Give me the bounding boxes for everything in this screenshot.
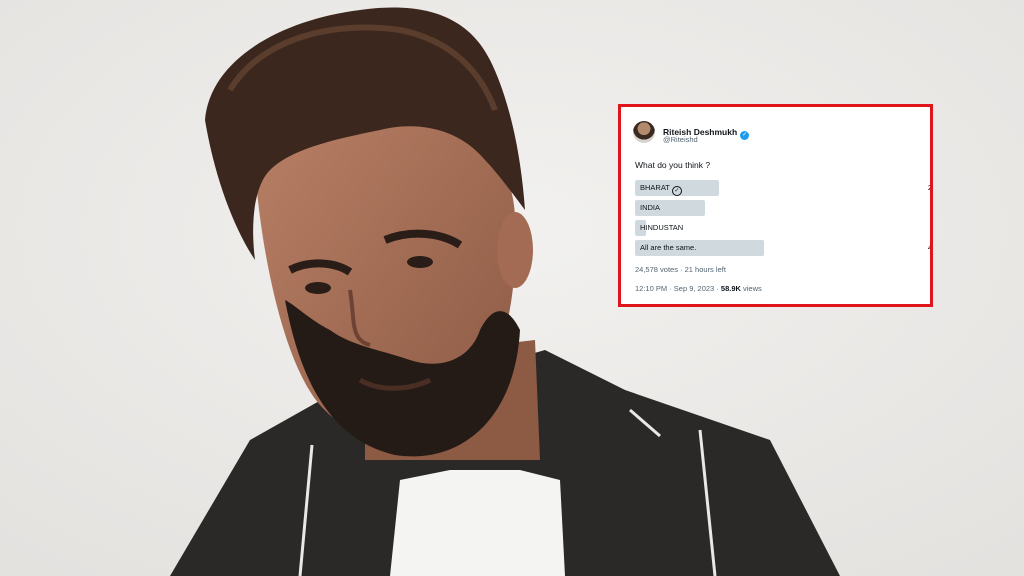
poll-option-label: All are the same. bbox=[640, 243, 697, 252]
poll-meta: 24,578 votes · 21 hours left bbox=[635, 265, 726, 274]
check-circle-icon: ✓ bbox=[671, 186, 682, 196]
views-count: 58.9K bbox=[720, 284, 741, 293]
author-handle[interactable]: @Riteishd bbox=[663, 135, 698, 144]
poll-option: HINDUSTAN bbox=[635, 220, 930, 236]
tweet-text: What do you think ? bbox=[635, 160, 711, 170]
poll-option: BHARAT ✓ 2 bbox=[635, 180, 930, 196]
poll-percent: 4 bbox=[927, 243, 932, 252]
poll-option: All are the same. 4 bbox=[635, 240, 930, 256]
avatar[interactable] bbox=[633, 121, 655, 143]
tweet-date[interactable]: Sep 9, 2023 bbox=[674, 284, 714, 293]
views-label: views bbox=[743, 284, 762, 293]
verified-badge-icon: ✓ bbox=[740, 131, 750, 140]
tweet-card: Riteish Deshmukh ✓ @Riteishd What do you … bbox=[618, 104, 933, 307]
poll-option-label: BHARAT bbox=[640, 183, 670, 192]
poll-option: INDIA bbox=[635, 200, 930, 216]
poll-option-label: INDIA bbox=[640, 203, 661, 212]
tweet-time[interactable]: 12:10 PM bbox=[635, 284, 667, 293]
poll-option-label: HINDUSTAN bbox=[640, 223, 684, 232]
tweet-meta: 12:10 PM · Sep 9, 2023 · 58.9K views bbox=[635, 284, 762, 293]
poll-percent: 2 bbox=[927, 183, 932, 192]
poll: BHARAT ✓ 2 INDIA HINDUSTAN All are the sa… bbox=[635, 180, 930, 260]
poll-time-left: 21 hours left bbox=[684, 265, 726, 274]
poll-votes: 24,578 votes bbox=[635, 265, 678, 274]
